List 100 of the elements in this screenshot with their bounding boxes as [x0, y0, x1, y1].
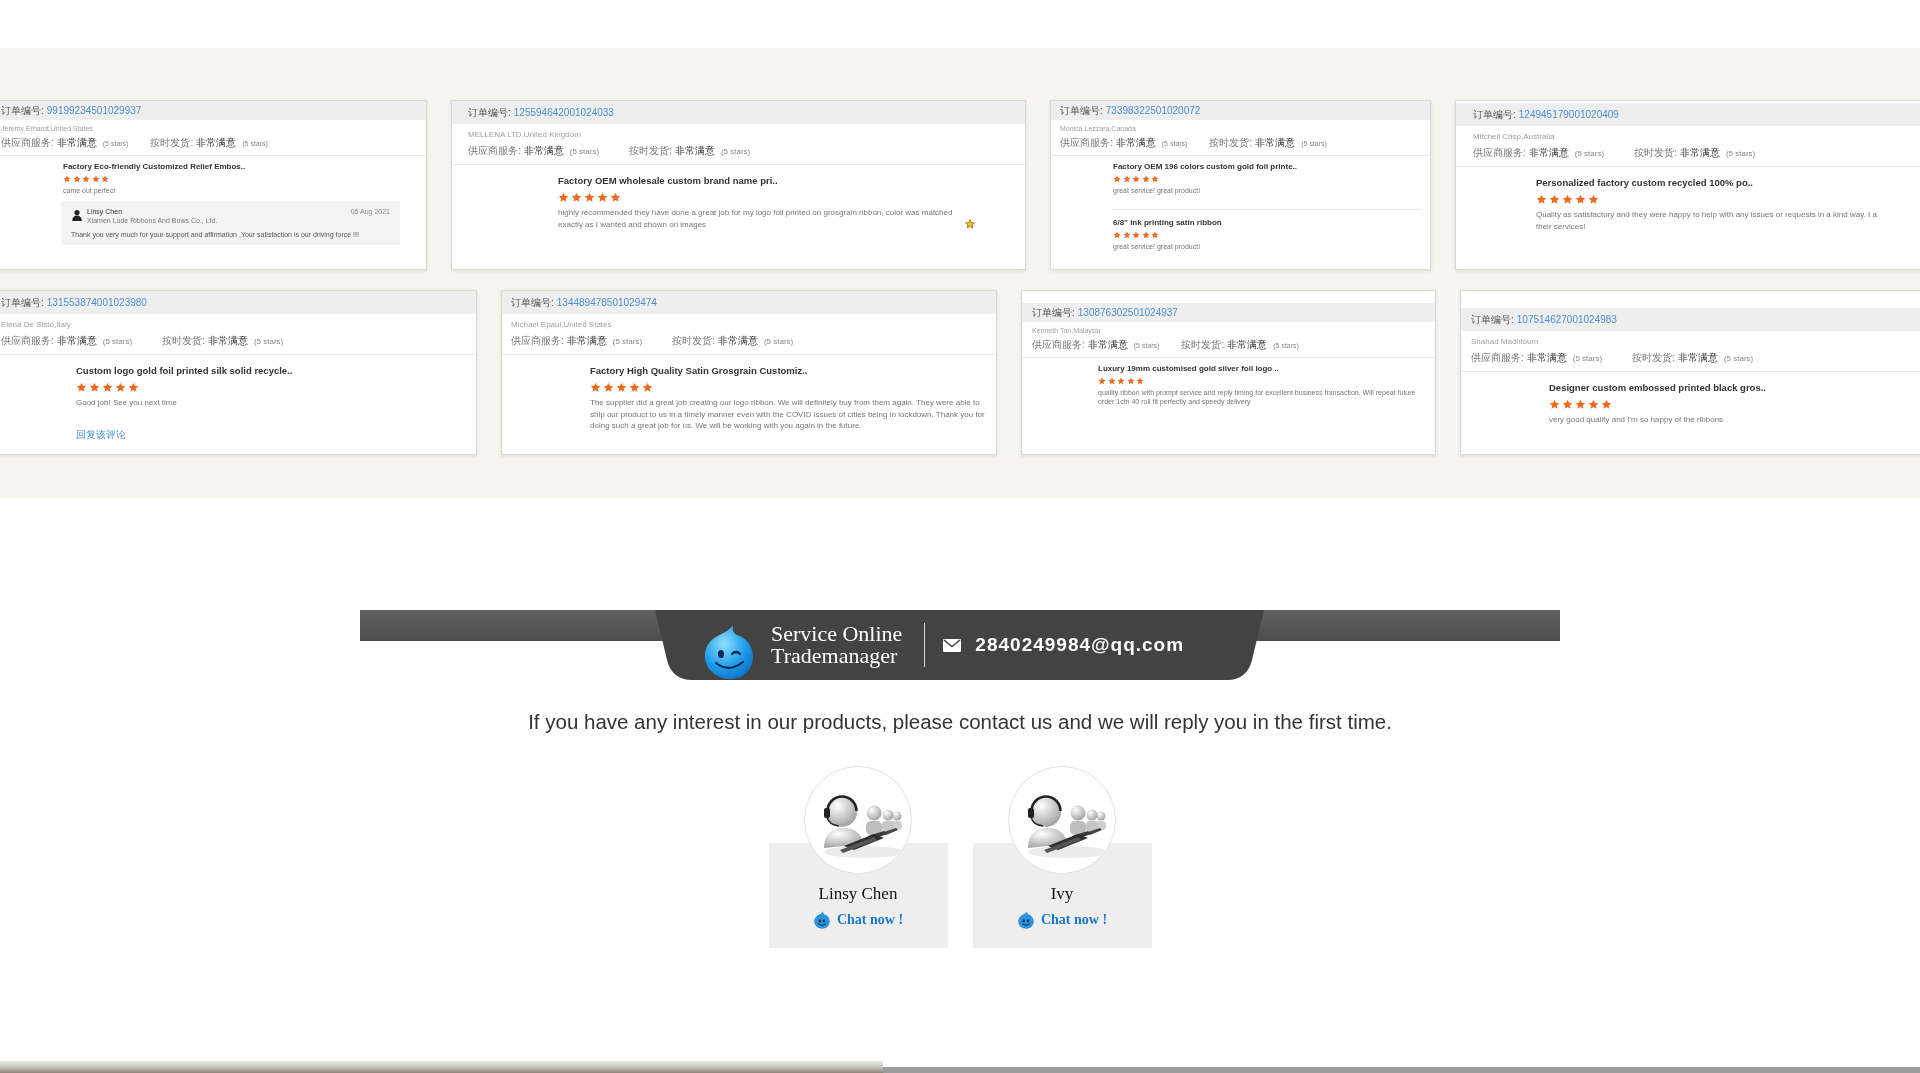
buyer-name: Mitchell Crisp,Australia: [1473, 132, 1555, 142]
rating-label: 供应商服务:: [511, 334, 564, 348]
rating-label: 供应商服务:: [1, 334, 54, 348]
rating-label: 供应商服务:: [1471, 351, 1524, 365]
order-label: 订单编号:: [1032, 306, 1075, 320]
rating-label: 供应商服务:: [1060, 136, 1113, 150]
rating-note: (5 stars): [1723, 353, 1754, 365]
rating-label: 按时发货:: [629, 144, 672, 158]
star-icon: [603, 382, 614, 393]
rating-label: 按时发货:: [162, 334, 205, 348]
rating-value: 非常满意: [1528, 146, 1569, 160]
order-number-link[interactable]: 134489478501029474: [556, 295, 657, 310]
star-icon: [1588, 194, 1599, 205]
rating-note: (5 stars): [253, 336, 284, 348]
order-number-link[interactable]: 125594642001024033: [513, 105, 614, 120]
rating-label: 按时发货:: [1632, 351, 1675, 365]
star-icon: [115, 382, 126, 393]
rating-value: 非常满意: [1255, 136, 1296, 150]
rating-value: 非常满意: [1677, 351, 1718, 365]
rating-note: (5 stars): [1725, 148, 1756, 160]
review-comment: Quality as satisfactory and they were happy to help with any issues or requests in a kind way. I a: [1536, 209, 1877, 221]
order-number-link[interactable]: 124945179001020409: [1518, 107, 1619, 122]
rating-label: 按时发货:: [1209, 136, 1253, 150]
product-title: Factory OEM 196 colors custom gold foil printe..: [1113, 162, 1298, 172]
product-title: Custom logo gold foil printed silk solid recycle..: [76, 365, 293, 377]
order-label: 订单编号:: [1471, 313, 1514, 327]
star-icon: [1575, 194, 1586, 205]
buyer-name: Michael Epaul,United States: [511, 320, 612, 330]
order-label: 订单编号:: [511, 296, 554, 310]
product-title: Factory High Quality Satin Grosgrain Customiz..: [590, 365, 808, 377]
star-icon: [629, 382, 640, 393]
star-icon: [616, 382, 627, 393]
rating-value: 非常满意: [717, 334, 758, 348]
rating-value: 非常满意: [523, 144, 564, 158]
order-number-link[interactable]: 107514627001024983: [1516, 312, 1617, 327]
agent-name: Linsy Chen: [818, 884, 898, 904]
rating-label: 按时发货:: [150, 136, 194, 150]
rating-value: 非常满意: [1526, 351, 1567, 365]
review-comment: their services!: [1536, 220, 1586, 232]
rating-value: 非常满意: [56, 334, 97, 348]
star-icon: [1549, 194, 1560, 205]
star-icon: [1588, 399, 1599, 410]
rating-note: (5 stars): [1574, 148, 1605, 160]
order-number-link[interactable]: 73398322501020072: [1105, 103, 1201, 118]
rating-value: 非常满意: [1679, 146, 1720, 160]
star-icon: [1575, 399, 1586, 410]
order-label: 订单编号:: [1, 104, 44, 118]
rating-value: 非常满意: [56, 136, 97, 150]
buyer-name: Elena De Sisto,Italy: [1, 320, 71, 330]
rating-value: 非常满意: [566, 334, 607, 348]
product-title: Factory Eco-friendly Customized Relief Embos..: [63, 162, 246, 172]
star-icon: [102, 382, 113, 393]
reply-link[interactable]: 回复该评论: [76, 426, 126, 442]
rating-note: (5 stars): [720, 146, 751, 158]
order-number-link[interactable]: 130876302501024937: [1077, 305, 1178, 320]
rating-value: 非常满意: [1227, 338, 1268, 352]
rating-note: (5 stars): [612, 336, 643, 348]
star-icon: [610, 192, 621, 203]
star-icon: [128, 382, 139, 393]
order-number-link[interactable]: 131553874001023980: [46, 295, 147, 310]
rating-note: (5 stars): [569, 146, 600, 158]
brand-text: Service Online: [771, 623, 903, 645]
star-icon: [1536, 194, 1547, 205]
order-number-link[interactable]: 99199234501029937: [46, 103, 142, 118]
star-icon: [584, 192, 595, 203]
star-icon: [89, 382, 100, 393]
review-comment: highly recommended they have done a great job for my logo foil printed on grosgrain ribbon, color was matched exactly as I wanted and shown on images: [558, 207, 954, 230]
star-icon: [558, 192, 569, 203]
buyer-name: Shahad Madhloum: [1471, 337, 1539, 347]
star-icon: [597, 192, 608, 203]
buyer-name: MELLENA LTD,United Kingdom: [468, 130, 581, 140]
rating-note: (5 stars): [763, 336, 794, 348]
email-link[interactable]: 2840249984@qq.com: [975, 630, 1185, 660]
product-title: Luxury 19mm customised gold silver foil logo ..: [1098, 364, 1279, 374]
review-comment: Good job! See you next time: [76, 397, 177, 409]
rating-label: 供应商服务:: [468, 144, 521, 158]
chat-now-link[interactable]: Chat now !: [812, 910, 904, 930]
envelope-icon: [943, 638, 962, 652]
star-icon: [1601, 399, 1612, 410]
star-icon: [1562, 194, 1573, 205]
rating-value: 非常满意: [207, 334, 248, 348]
person-icon: [71, 209, 83, 221]
rating-value: 非常满意: [674, 144, 715, 158]
winking-drop-icon: [702, 624, 756, 680]
product-title: Designer custom embossed printed black gros..: [1549, 382, 1766, 394]
rating-note: (5 stars): [102, 336, 133, 348]
star-icon: [571, 192, 582, 203]
order-label: 订单编号:: [468, 106, 511, 120]
review-comment: The supplier did a great job creating our logo ribbon. We will definitely buy from them again. They were able to ship our product to us in a timely manner even with the COVID issues of cities being in lockdown. Thank you for doing such a great job for us. We will be working with you again in the future.: [590, 397, 986, 432]
contact-message: If you have any interest in our products, please contact us and we will reply you in the first time.: [528, 709, 1392, 735]
order-label: 订单编号:: [1, 296, 44, 310]
smiley-drop-icon: [1016, 911, 1035, 929]
chat-now-link[interactable]: Chat now !: [1016, 910, 1108, 930]
smiley-drop-icon: [812, 911, 831, 929]
order-label: 订单编号:: [1473, 108, 1516, 122]
review-comment: very good quality and I'm so happy of the ribbons: [1549, 414, 1724, 426]
rating-value: 非常满意: [1087, 338, 1128, 352]
rating-label: 按时发货:: [672, 334, 715, 348]
rating-note: (5 stars): [1572, 353, 1603, 365]
rating-label: 供应商服务:: [1473, 146, 1526, 160]
